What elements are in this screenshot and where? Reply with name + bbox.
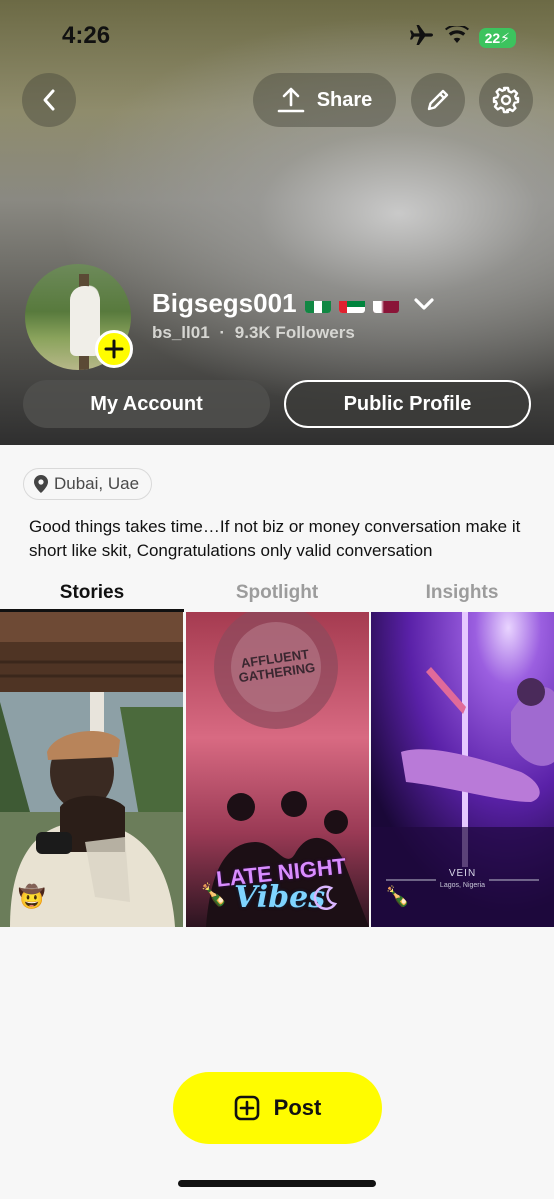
add-story-button[interactable]: [95, 330, 133, 368]
share-button[interactable]: Share: [253, 73, 396, 127]
location-pin-icon: [34, 475, 48, 493]
status-icons: 22⚡: [409, 24, 516, 51]
profile-header: 4:26 22⚡ Share Bigsegs001 bs_ll01 · 9.3K…: [0, 0, 554, 445]
profile-subline: bs_ll01 · 9.3K Followers: [152, 323, 355, 343]
story-image-1: [0, 612, 183, 927]
story-thumbnail-1[interactable]: 🤠: [0, 612, 183, 927]
public-profile-label: Public Profile: [343, 392, 472, 415]
display-name: Bigsegs001: [152, 288, 297, 318]
location-label: Dubai, Uae: [54, 474, 140, 493]
edit-button[interactable]: [411, 73, 465, 127]
home-indicator[interactable]: [178, 1180, 376, 1187]
gear-icon: [492, 86, 520, 114]
username: bs_ll01: [152, 323, 210, 342]
separator: ·: [219, 323, 226, 342]
tab-spotlight[interactable]: Spotlight: [185, 582, 369, 604]
story-image-3: [371, 612, 554, 927]
display-name-row[interactable]: Bigsegs001: [152, 288, 435, 319]
bio-text: Good things takes time…If not biz or mon…: [29, 517, 521, 560]
story-thumbnail-2[interactable]: AFFLUENT GATHERING LATE NIGHT Vibes 🍾: [186, 612, 369, 927]
moon-icon: [313, 885, 338, 911]
battery-level: 22: [484, 29, 501, 46]
venue-caption: VEIN: [448, 868, 477, 879]
upload-icon: [277, 87, 305, 113]
followers-count[interactable]: 9.3K Followers: [235, 323, 355, 342]
qatar-flag-icon: [372, 295, 399, 313]
wifi-icon: [444, 24, 469, 49]
story-emoji-3: 🍾: [385, 886, 410, 908]
battery-icon: 22⚡: [478, 27, 516, 48]
story-emoji-1: 🤠: [18, 884, 46, 909]
tab-insights[interactable]: Insights: [370, 582, 554, 604]
uae-flag-icon: [338, 295, 365, 313]
story-emoji-2: 🍾: [200, 882, 228, 907]
back-button[interactable]: [22, 73, 76, 127]
status-time: 4:26: [62, 22, 111, 49]
pencil-icon: [427, 89, 449, 111]
profile-tabs: Stories Spotlight Insights: [0, 578, 554, 612]
post-button[interactable]: Post: [173, 1072, 382, 1144]
nigeria-flag-icon: [304, 295, 331, 313]
public-profile-button[interactable]: Public Profile: [284, 380, 531, 428]
settings-button[interactable]: [479, 73, 533, 127]
story-thumbnail-3[interactable]: VEIN Lagos, Nigeria 🍾: [371, 612, 554, 927]
location-chip[interactable]: Dubai, Uae: [23, 468, 153, 500]
post-label: Post: [273, 1095, 322, 1120]
plus-icon: [104, 339, 124, 359]
my-account-label: My Account: [90, 392, 203, 415]
share-label: Share: [316, 88, 373, 111]
add-post-icon: [234, 1095, 259, 1121]
chevron-left-icon: [43, 89, 55, 111]
chevron-down-icon[interactable]: [413, 297, 435, 311]
airplane-icon: [409, 24, 435, 51]
my-account-button[interactable]: My Account: [23, 380, 270, 428]
tab-stories[interactable]: Stories: [0, 582, 184, 604]
